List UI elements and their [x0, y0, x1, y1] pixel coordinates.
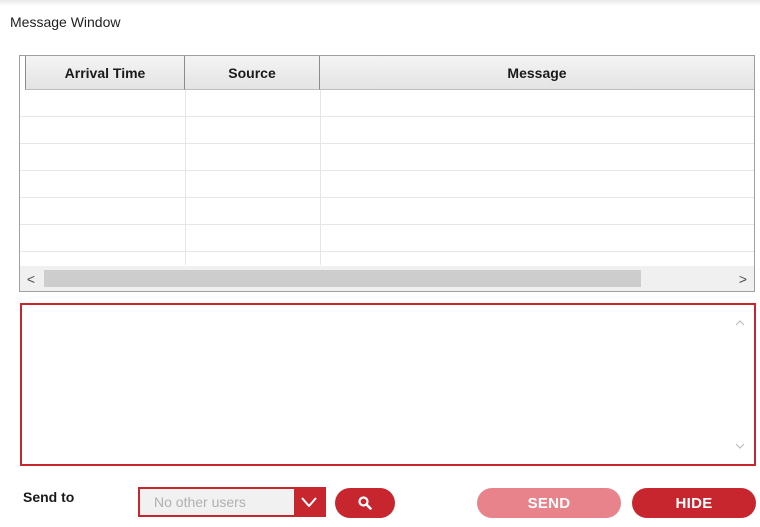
table-row [20, 171, 754, 198]
scrollbar-thumb[interactable] [44, 270, 641, 287]
message-list[interactable]: Arrival Time Source Message < > [19, 55, 755, 292]
hide-button[interactable]: HIDE [632, 488, 756, 518]
recipient-dropdown-button[interactable] [294, 489, 324, 515]
column-header-source[interactable]: Source [185, 56, 320, 90]
column-divider [185, 90, 186, 265]
compose-box[interactable] [20, 303, 756, 466]
column-header-message[interactable]: Message [320, 56, 754, 90]
table-row [20, 117, 754, 144]
table-row [20, 144, 754, 171]
compose-textarea[interactable] [24, 307, 728, 466]
horizontal-scrollbar[interactable]: < > [20, 266, 754, 291]
search-icon [358, 496, 372, 510]
column-divider [320, 90, 321, 265]
message-rows [20, 90, 754, 265]
scroll-down-icon[interactable] [734, 440, 746, 452]
table-row [20, 225, 754, 252]
column-header-arrival-time[interactable]: Arrival Time [25, 56, 185, 90]
chevron-down-icon [301, 497, 317, 507]
scroll-right-icon[interactable]: > [732, 266, 754, 291]
recipient-select[interactable]: No other users [138, 487, 326, 517]
search-button[interactable] [335, 488, 395, 518]
scroll-left-icon[interactable]: < [20, 266, 42, 291]
scroll-up-icon[interactable] [734, 317, 746, 329]
send-button[interactable]: SEND [477, 488, 621, 518]
send-to-label: Send to [23, 489, 75, 505]
table-row [20, 90, 754, 117]
recipient-selected-value: No other users [154, 494, 246, 510]
table-row [20, 198, 754, 225]
window-title: Message Window [10, 14, 121, 30]
window-top-edge [0, 0, 760, 6]
